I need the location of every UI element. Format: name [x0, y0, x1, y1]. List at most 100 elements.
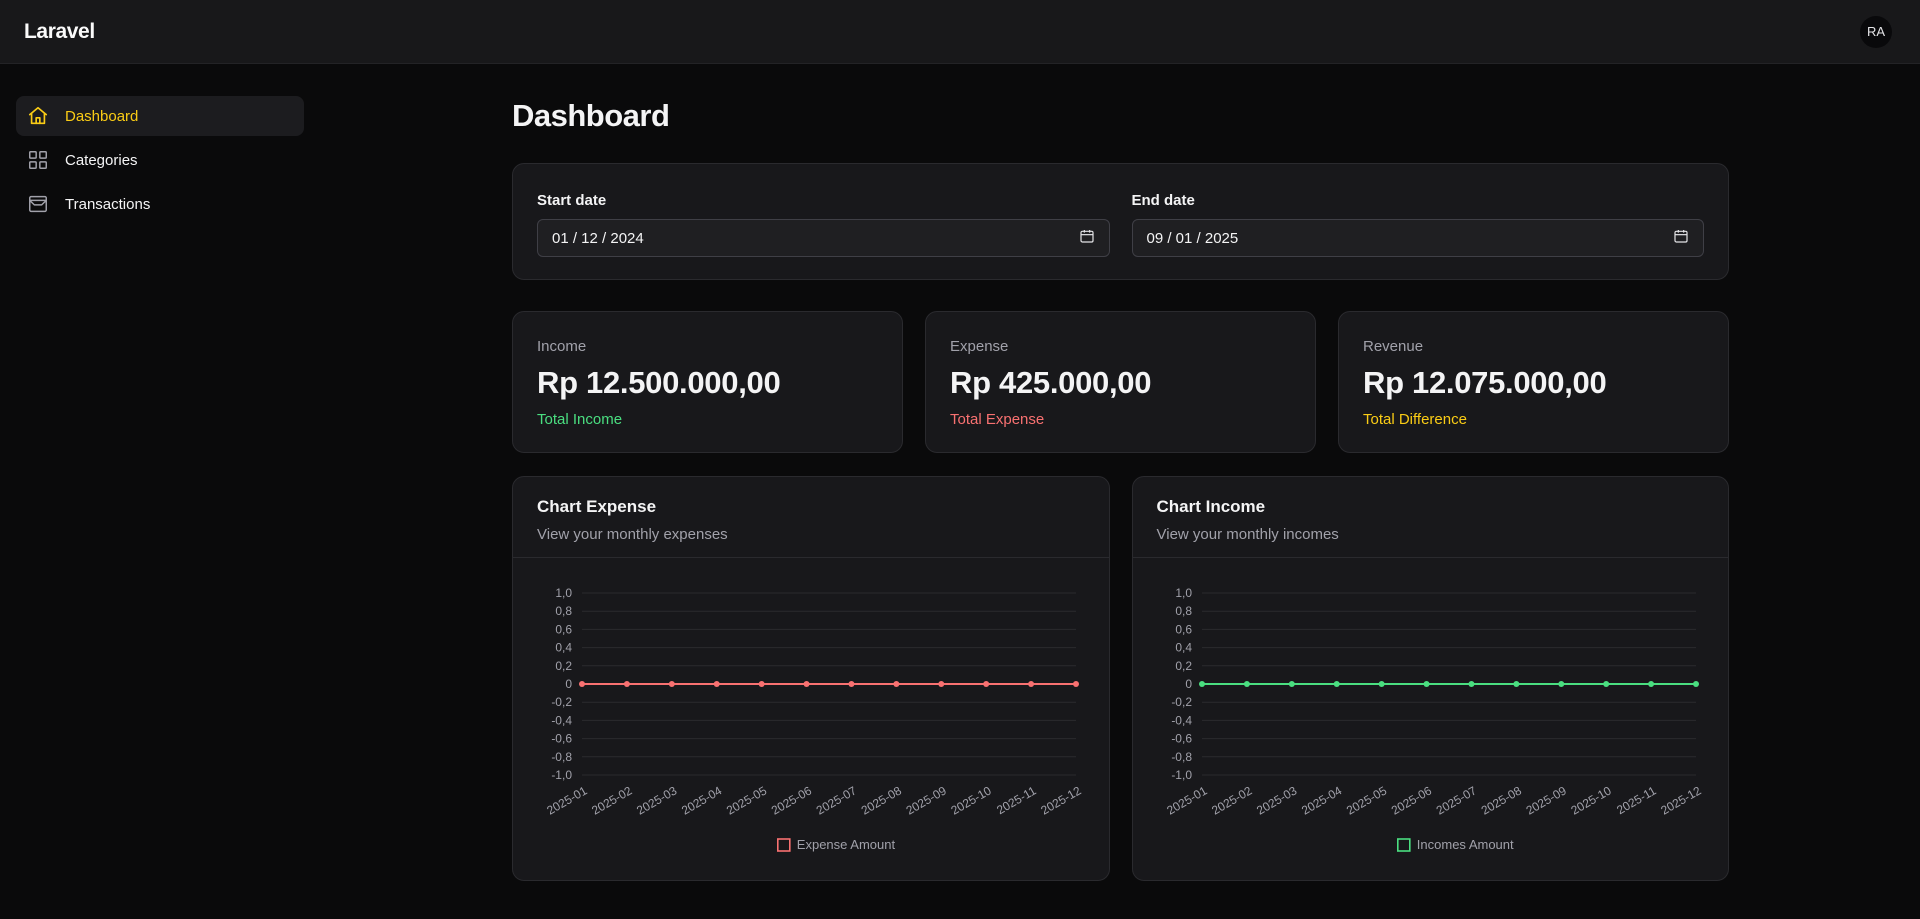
income-line-chart[interactable]: 1,00,80,60,40,20-0,2-0,4-0,6-0,8-1,02025… — [1133, 559, 1729, 881]
expense-chart-card: Chart Expense View your monthly expenses… — [512, 476, 1110, 881]
data-point[interactable] — [1647, 681, 1654, 687]
expense-line-chart[interactable]: 1,00,80,60,40,20-0,2-0,4-0,6-0,8-1,02025… — [513, 559, 1109, 881]
x-tick-label: 2025-12 — [1658, 783, 1703, 817]
x-tick-label: 2025-10 — [949, 783, 994, 817]
expense-stat-card: Expense Rp 425.000,00 Total Expense — [925, 311, 1316, 453]
y-tick-label: 0,8 — [555, 604, 572, 618]
y-tick-label: 0,2 — [555, 659, 572, 673]
data-point[interactable] — [848, 681, 855, 687]
data-point[interactable] — [1557, 681, 1564, 687]
stat-subtitle: Total Income — [537, 411, 623, 428]
stat-value: Rp 12.500.000,00 — [537, 365, 781, 400]
legend-swatch[interactable] — [1396, 838, 1411, 852]
data-point[interactable] — [1423, 681, 1430, 687]
data-point[interactable] — [1028, 681, 1035, 687]
x-tick-label: 2025-12 — [1038, 783, 1083, 817]
home-icon — [26, 104, 50, 128]
sidebar: Dashboard Categories Transactions — [16, 96, 304, 228]
chart-header: Chart Income View your monthly incomes — [1132, 477, 1728, 558]
start-date-label: Start date — [537, 192, 607, 209]
data-point[interactable] — [1512, 681, 1519, 687]
data-point[interactable] — [983, 681, 990, 687]
data-point[interactable] — [893, 681, 900, 687]
x-tick-label: 2025-01 — [544, 783, 589, 817]
data-point[interactable] — [803, 681, 810, 687]
data-point[interactable] — [1243, 681, 1250, 687]
data-point[interactable] — [1602, 681, 1609, 687]
y-tick-label: 0,2 — [1175, 659, 1192, 673]
chart-description: View your monthly incomes — [1156, 526, 1339, 543]
stat-value: Rp 425.000,00 — [950, 365, 1152, 400]
grid-icon — [26, 148, 50, 172]
y-tick-label: 1,0 — [1175, 586, 1192, 600]
charts-row: Chart Expense View your monthly expenses… — [512, 476, 1729, 881]
data-point[interactable] — [1073, 681, 1079, 687]
data-point[interactable] — [668, 681, 675, 687]
data-point[interactable] — [938, 681, 945, 687]
top-navbar: Laravel RA — [0, 0, 1920, 64]
start-date-input[interactable]: 01 / 12 / 2024 — [537, 219, 1110, 257]
x-tick-label: 2025-09 — [1523, 783, 1568, 817]
x-tick-label: 2025-06 — [769, 783, 814, 817]
y-tick-label: -0,8 — [551, 750, 572, 764]
sidebar-item-categories[interactable]: Categories — [16, 140, 304, 180]
end-date-value: 09 / 01 / 2025 — [1146, 229, 1239, 247]
data-point[interactable] — [1692, 681, 1699, 687]
data-point[interactable] — [1198, 681, 1205, 687]
y-tick-label: 0,6 — [1175, 622, 1192, 636]
legend-label[interactable]: Expense Amount — [797, 837, 896, 852]
x-tick-label: 2025-05 — [1343, 783, 1388, 817]
revenue-stat-card: Revenue Rp 12.075.000,00 Total Differenc… — [1338, 311, 1729, 453]
income-chart-card: Chart Income View your monthly incomes 1… — [1131, 476, 1729, 881]
chart-description: View your monthly expenses — [537, 526, 728, 543]
data-point[interactable] — [579, 681, 585, 687]
sidebar-item-transactions[interactable]: Transactions — [16, 184, 304, 224]
x-tick-label: 2025-04 — [679, 783, 724, 817]
x-tick-label: 2025-08 — [1478, 783, 1523, 817]
stat-subtitle: Total Expense — [950, 411, 1045, 428]
x-tick-label: 2025-11 — [1614, 783, 1659, 817]
y-tick-label: -0,4 — [1171, 713, 1192, 727]
y-tick-label: -0,2 — [551, 695, 572, 709]
y-tick-label: 0 — [565, 677, 572, 691]
chart-title: Chart Income — [1156, 497, 1266, 516]
calendar-icon[interactable] — [1673, 228, 1689, 248]
y-tick-label: -0,4 — [551, 713, 572, 727]
data-point[interactable] — [623, 681, 630, 687]
y-tick-label: -0,6 — [551, 732, 572, 746]
x-tick-label: 2025-09 — [904, 783, 949, 817]
x-tick-label: 2025-05 — [724, 783, 769, 817]
data-point[interactable] — [713, 681, 720, 687]
calendar-icon[interactable] — [1079, 228, 1095, 248]
y-tick-label: 0,8 — [1175, 604, 1192, 618]
page-title: Dashboard — [512, 98, 670, 133]
stat-label: Income — [537, 338, 587, 355]
x-tick-label: 2025-04 — [1299, 783, 1344, 817]
legend-swatch[interactable] — [776, 838, 791, 852]
data-point[interactable] — [1288, 681, 1295, 687]
date-filter-card: Start date 01 / 12 / 2024 End date 09 / … — [512, 163, 1729, 280]
data-point[interactable] — [758, 681, 765, 687]
start-date-value: 01 / 12 / 2024 — [552, 229, 644, 247]
stat-label: Revenue — [1363, 338, 1424, 355]
x-tick-label: 2025-11 — [994, 783, 1039, 817]
x-tick-label: 2025-02 — [589, 783, 634, 817]
x-tick-label: 2025-03 — [1254, 783, 1299, 817]
x-tick-label: 2025-08 — [859, 783, 904, 817]
data-point[interactable] — [1467, 681, 1474, 687]
x-tick-label: 2025-10 — [1568, 783, 1613, 817]
end-date-input[interactable]: 09 / 01 / 2025 — [1131, 219, 1704, 257]
end-date-field: End date 09 / 01 / 2025 — [1131, 192, 1704, 279]
sidebar-item-dashboard[interactable]: Dashboard — [16, 96, 304, 136]
user-avatar[interactable]: RA — [1860, 15, 1892, 48]
x-tick-label: 2025-06 — [1388, 783, 1433, 817]
y-tick-label: 1,0 — [555, 586, 572, 600]
data-point[interactable] — [1333, 681, 1340, 687]
start-date-field: Start date 01 / 12 / 2024 — [537, 192, 1110, 279]
data-point[interactable] — [1378, 681, 1385, 687]
x-tick-label: 2025-01 — [1164, 783, 1209, 817]
archive-icon — [26, 192, 50, 216]
brand-logo[interactable]: Laravel — [24, 20, 95, 44]
legend-label[interactable]: Incomes Amount — [1416, 837, 1513, 852]
x-tick-label: 2025-02 — [1209, 783, 1254, 817]
